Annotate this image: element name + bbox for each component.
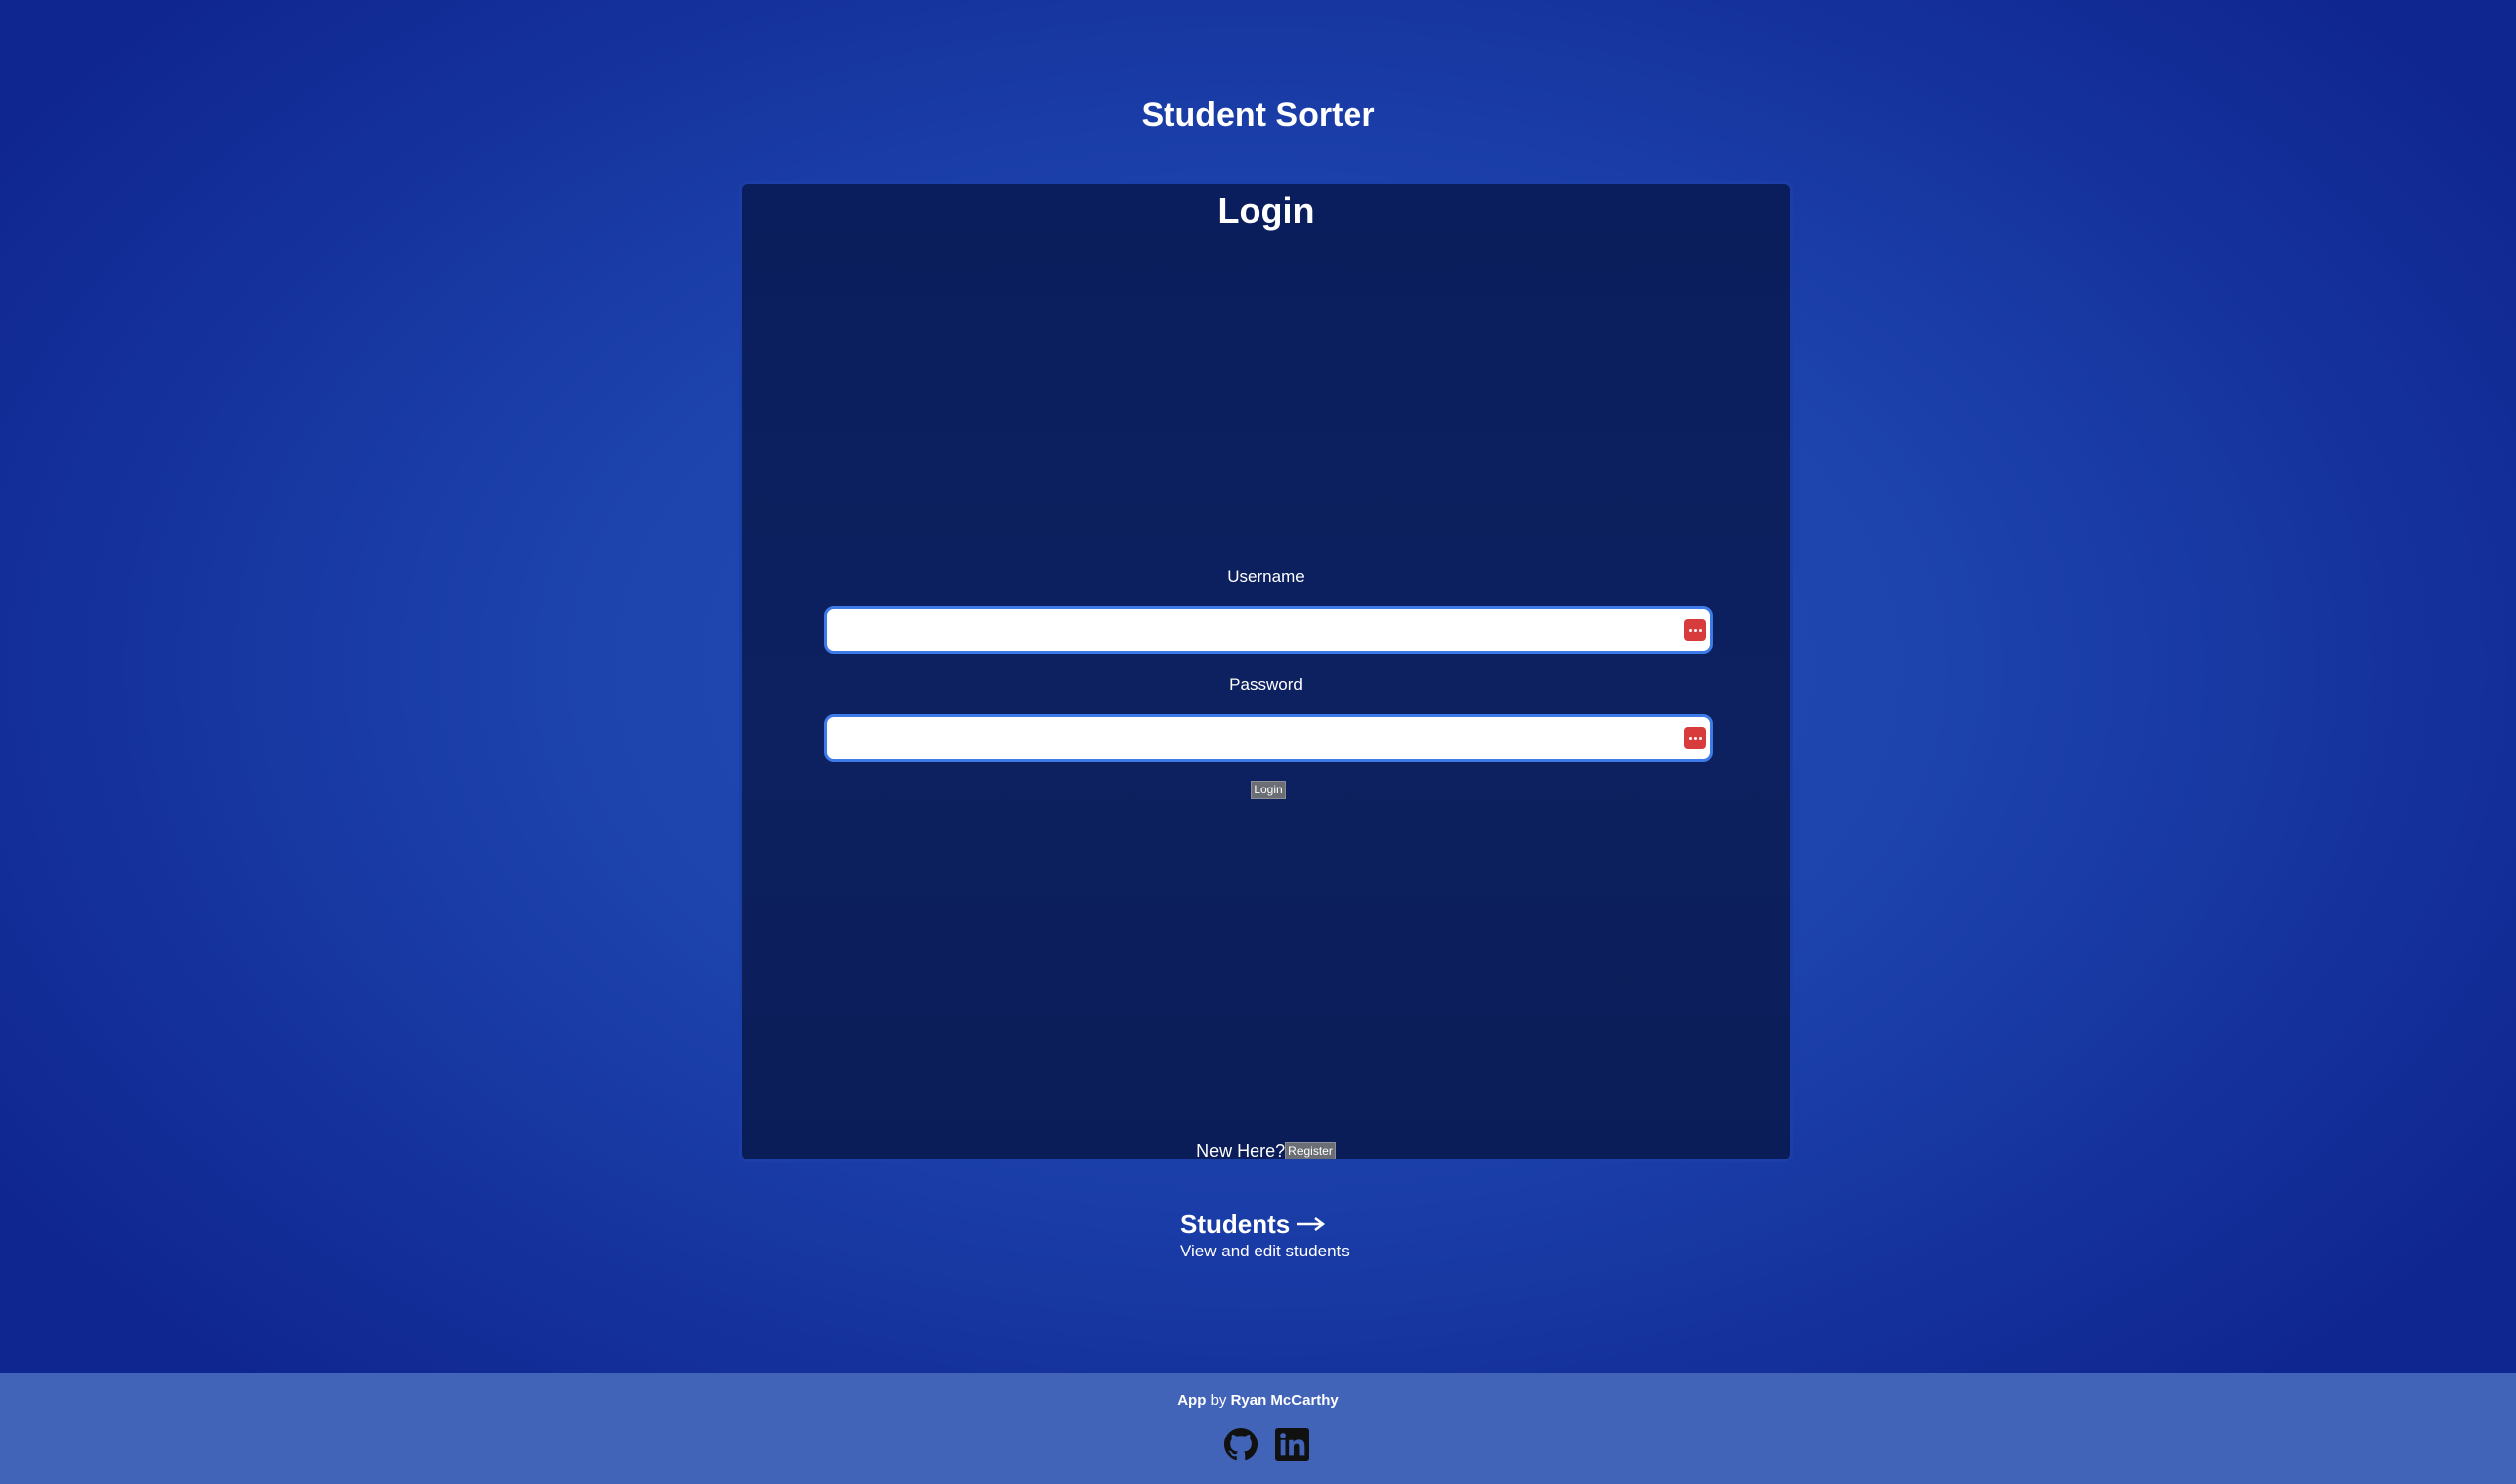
students-link[interactable]: Students View and edit students xyxy=(1180,1207,1350,1262)
login-card: Login Username Password Login New Here? … xyxy=(739,181,1793,1162)
password-manager-icon[interactable] xyxy=(1684,727,1706,749)
github-icon[interactable] xyxy=(1224,1428,1258,1461)
password-label: Password xyxy=(1229,675,1303,694)
register-row: New Here? Register xyxy=(742,1140,1790,1161)
students-link-title: Students xyxy=(1180,1207,1350,1241)
password-input[interactable] xyxy=(827,717,1710,759)
login-heading: Login xyxy=(1217,190,1315,231)
username-input[interactable] xyxy=(827,609,1710,651)
students-title-text: Students xyxy=(1180,1209,1291,1239)
register-button[interactable]: Register xyxy=(1285,1142,1336,1159)
login-button[interactable]: Login xyxy=(1251,781,1286,799)
password-field-wrapper xyxy=(824,714,1713,762)
password-manager-icon[interactable] xyxy=(1684,619,1706,641)
footer: App by Ryan McCarthy xyxy=(0,1373,2516,1484)
footer-author: Ryan McCarthy xyxy=(1230,1392,1339,1409)
linkedin-icon[interactable] xyxy=(1275,1428,1309,1461)
register-prompt: New Here? xyxy=(1196,1141,1286,1160)
arrow-right-icon xyxy=(1297,1217,1326,1231)
app-title: Student Sorter xyxy=(1141,96,1375,134)
footer-by-text: by xyxy=(1210,1392,1227,1409)
username-field-wrapper xyxy=(824,606,1713,654)
footer-credit: App by Ryan McCarthy xyxy=(0,1391,2516,1411)
footer-app-label: App xyxy=(1177,1392,1207,1409)
students-link-description: View and edit students xyxy=(1180,1242,1350,1260)
username-label: Username xyxy=(1227,567,1305,586)
